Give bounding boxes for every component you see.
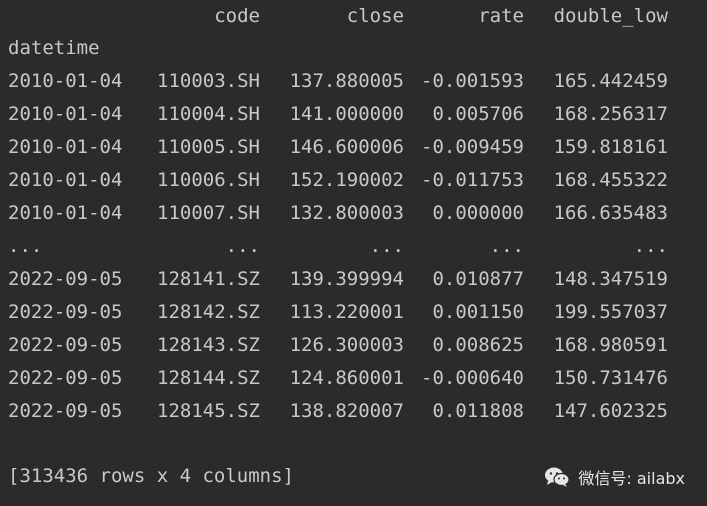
cell-close: 146.600006: [289, 136, 404, 158]
cell-datetime: 2010-01-04: [8, 202, 123, 224]
cell-datetime: 2022-09-05: [8, 334, 123, 356]
cell-code: 128141.SZ: [157, 268, 260, 290]
cell-code: 110007.SH: [157, 202, 260, 224]
cell-close: 126.300003: [289, 334, 404, 356]
cell-rate: 0.008625: [432, 334, 524, 356]
cell-close: 132.800003: [289, 202, 404, 224]
table-header-row: code close rate double_low: [8, 0, 668, 33]
cell-rate: -0.001593: [421, 70, 524, 92]
column-header-code: code: [214, 5, 260, 27]
cell-double-low: 147.602325: [553, 400, 668, 422]
cell-double-low: 159.818161: [553, 136, 668, 158]
cell-datetime: 2022-09-05: [8, 367, 123, 389]
cell-datetime: 2010-01-04: [8, 169, 123, 191]
cell-code: 110006.SH: [157, 169, 260, 191]
cell-close: 138.820007: [289, 400, 404, 422]
wechat-icon: [544, 466, 570, 488]
cell-rate: 0.005706: [432, 103, 524, 125]
cell-datetime: ...: [8, 235, 43, 257]
cell-rate: -0.000640: [421, 367, 524, 389]
console-output: code close rate double_low datetime 2010…: [0, 0, 707, 506]
cell-code: 110004.SH: [157, 103, 260, 125]
cell-rate: 0.011808: [432, 400, 524, 422]
cell-code: 128145.SZ: [157, 400, 260, 422]
cell-rate: -0.009459: [421, 136, 524, 158]
cell-close: 141.000000: [289, 103, 404, 125]
index-name-row: datetime: [8, 32, 100, 65]
cell-rate: 0.001150: [432, 301, 524, 323]
cell-close: 139.399994: [289, 268, 404, 290]
cell-datetime: 2010-01-04: [8, 136, 123, 158]
cell-code: 128143.SZ: [157, 334, 260, 356]
cell-double-low: ...: [633, 235, 668, 257]
cell-close: ...: [369, 235, 404, 257]
watermark-text: 微信号: ailabx: [578, 468, 685, 488]
column-header-close: close: [346, 5, 404, 27]
cell-double-low: 199.557037: [553, 301, 668, 323]
cell-double-low: 168.980591: [553, 334, 668, 356]
column-header-rate: rate: [478, 5, 524, 27]
cell-double-low: 168.256317: [553, 103, 668, 125]
cell-close: 124.860001: [289, 367, 404, 389]
cell-close: 113.220001: [289, 301, 404, 323]
index-name: datetime: [8, 37, 100, 59]
cell-double-low: 168.455322: [553, 169, 668, 191]
cell-rate: 0.000000: [432, 202, 524, 224]
cell-double-low: 166.635483: [553, 202, 668, 224]
cell-rate: -0.011753: [421, 169, 524, 191]
cell-close: 152.190002: [289, 169, 404, 191]
cell-double-low: 150.731476: [553, 367, 668, 389]
cell-datetime: 2010-01-04: [8, 103, 123, 125]
cell-code: 110003.SH: [157, 70, 260, 92]
cell-datetime: 2010-01-04: [8, 70, 123, 92]
cell-rate: 0.010877: [432, 268, 524, 290]
cell-double-low: 165.442459: [553, 70, 668, 92]
cell-code: ...: [225, 235, 260, 257]
cell-rate: ...: [489, 235, 524, 257]
cell-close: 137.880005: [289, 70, 404, 92]
cell-code: 110005.SH: [157, 136, 260, 158]
cell-datetime: 2022-09-05: [8, 301, 123, 323]
cell-code: 128142.SZ: [157, 301, 260, 323]
cell-datetime: 2022-09-05: [8, 268, 123, 290]
cell-double-low: 148.347519: [553, 268, 668, 290]
cell-code: 128144.SZ: [157, 367, 260, 389]
summary-text: [313436 rows x 4 columns]: [8, 465, 294, 487]
cell-datetime: 2022-09-05: [8, 400, 123, 422]
watermark: 微信号: ailabx: [544, 460, 685, 493]
column-header-double-low: double_low: [553, 5, 668, 27]
